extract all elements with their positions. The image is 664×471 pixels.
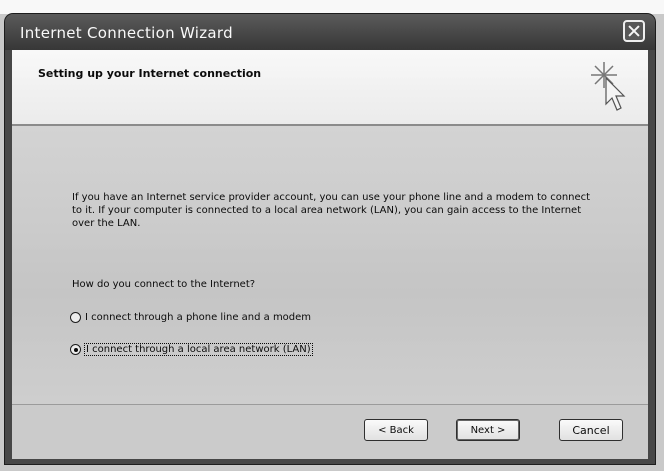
wizard-wand-icon: [591, 62, 626, 111]
description-text: If you have an Internet service provider…: [72, 192, 591, 229]
next-button[interactable]: Next >: [456, 419, 520, 441]
back-button[interactable]: < Back: [364, 419, 428, 441]
option-lan[interactable]: I connect through a local area network (…: [70, 343, 313, 356]
wizard-header: Setting up your Internet connection: [12, 50, 648, 126]
background-strip: [0, 0, 664, 14]
window-title: Internet Connection Wizard: [20, 24, 233, 42]
wizard-client-area: Setting up your Internet connection If y…: [12, 50, 648, 459]
wizard-window: Internet Connection Wizard Setting up yo…: [5, 14, 655, 464]
page-title: Setting up your Internet connection: [38, 67, 262, 80]
question-label: How do you connect to the Internet?: [72, 279, 256, 290]
close-icon[interactable]: [623, 20, 645, 42]
radio-lan[interactable]: [70, 344, 81, 355]
option-phone-modem-label[interactable]: I connect through a phone line and a mod…: [85, 312, 311, 323]
radio-phone-modem[interactable]: [70, 312, 81, 323]
option-phone-modem[interactable]: I connect through a phone line and a mod…: [70, 312, 311, 323]
wizard-body: If you have an Internet service provider…: [12, 126, 648, 404]
option-lan-label[interactable]: I connect through a local area network (…: [84, 343, 313, 356]
cancel-button[interactable]: Cancel: [559, 419, 623, 441]
wizard-footer: < Back Next > Cancel: [12, 404, 648, 459]
title-bar[interactable]: Internet Connection Wizard: [5, 14, 655, 50]
